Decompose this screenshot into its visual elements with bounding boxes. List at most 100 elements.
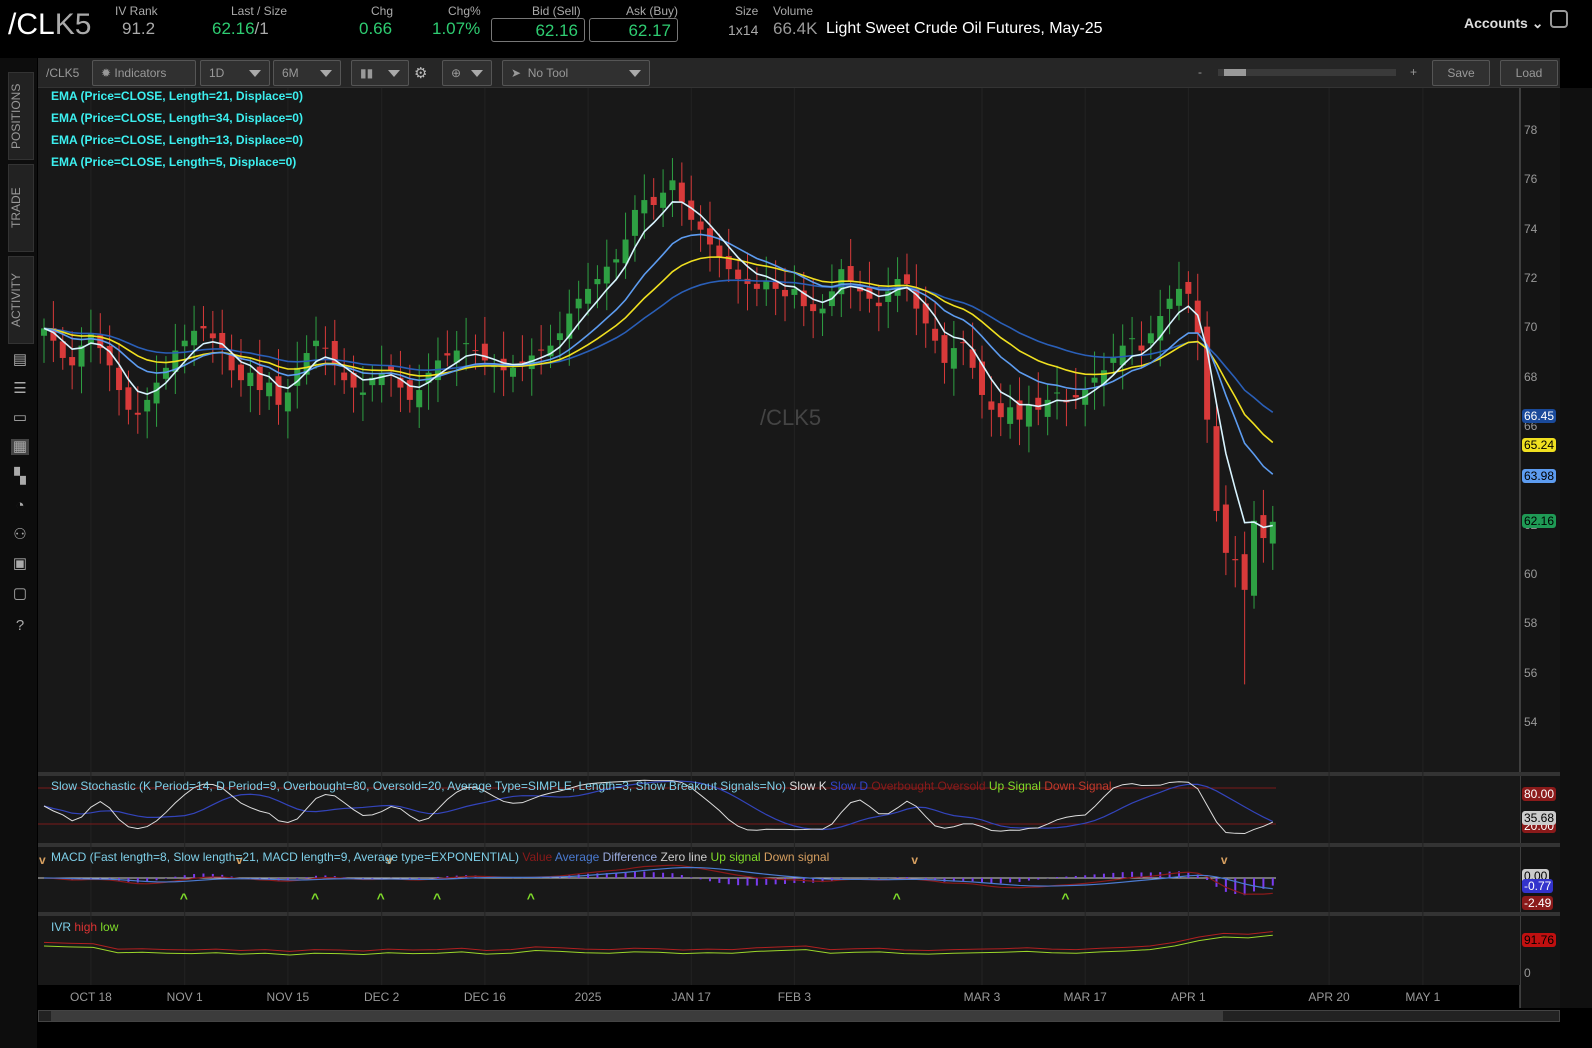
list-icon[interactable]: ☰ — [11, 381, 29, 397]
contract-description: Light Sweet Crude Oil Futures, May-25 — [826, 20, 1103, 37]
fi-icon[interactable]: ▢ — [11, 586, 29, 602]
candle-body — [1129, 338, 1136, 340]
time-axis-label: FEB 3 — [777, 990, 812, 1004]
drawing-icon: ⊕ — [451, 66, 462, 80]
down-signal-arrow: v — [911, 853, 918, 867]
candle-body — [444, 353, 451, 356]
candle-body — [1035, 397, 1042, 410]
detach-icon[interactable] — [1550, 10, 1568, 28]
gauge-icon[interactable]: ◔ — [11, 498, 29, 514]
chg-label: Chg — [371, 4, 394, 18]
tab-positions[interactable]: POSITIONS — [8, 72, 34, 160]
bid-button[interactable]: 62.16 — [491, 18, 585, 42]
candle-body — [69, 357, 76, 366]
time-axis-label: 2025 — [574, 990, 602, 1004]
indicators-button[interactable]: ✹ Indicators — [92, 60, 196, 86]
candle-body — [1007, 407, 1014, 424]
candle-body — [631, 209, 638, 236]
candle-body — [585, 288, 592, 304]
ivr-legend[interactable]: IVR high low — [51, 920, 118, 934]
study-ema21[interactable]: EMA (Price=CLOSE, Length=21, Displace=0) — [51, 89, 303, 103]
zoom-slider[interactable] — [1218, 69, 1396, 76]
chart-icon[interactable]: ▦ — [11, 439, 29, 455]
grid-icon[interactable]: ▚ — [11, 469, 29, 485]
candle-body — [1175, 288, 1182, 306]
last-label: Last / Size — [231, 4, 288, 18]
last-price-tag: 62.16 — [1522, 514, 1557, 528]
study-ema34[interactable]: EMA (Price=CLOSE, Length=34, Displace=0) — [51, 111, 303, 125]
save-button[interactable]: Save — [1432, 60, 1490, 86]
range-select[interactable]: 6M — [273, 60, 341, 86]
study-ema13[interactable]: EMA (Price=CLOSE, Length=13, Displace=0) — [51, 133, 303, 147]
candle-body — [416, 390, 423, 408]
candle-body — [594, 279, 601, 285]
tv-icon[interactable]: ▭ — [11, 410, 29, 426]
left-sidebar: POSITIONS TRADE ACTIVITY ▤ ☰ ▭ ▦ ▚ ◔ ⚇ ▣… — [0, 58, 37, 1048]
calendar-icon[interactable]: ▣ — [11, 556, 29, 572]
price-axis-tick: 60 — [1524, 567, 1538, 582]
zoom-in-button[interactable]: + — [1410, 65, 1417, 79]
price-chart[interactable]: ^ ^ ^ ^ ^ ^ ^v v v v v — [38, 88, 1592, 1024]
candle-body — [753, 283, 760, 289]
legend-up-signal: Up signal — [710, 850, 761, 864]
candle-body — [1138, 345, 1145, 351]
candle-body — [510, 367, 516, 377]
symbol-title[interactable]: /CLK5 — [8, 8, 91, 42]
overbought-tag: 80.00 — [1522, 787, 1557, 801]
iv-rank-label: IV Rank — [115, 4, 158, 18]
chart-symbol: /CLK5 — [46, 66, 80, 80]
accounts-menu[interactable]: Accounts ⌄ — [1464, 15, 1543, 32]
chart-style-select[interactable]: ▮▮ — [351, 60, 409, 86]
tab-trade[interactable]: TRADE — [8, 164, 34, 252]
interval-select[interactable]: 1D — [200, 60, 270, 86]
candle-body — [237, 364, 244, 381]
zoom-out-button[interactable]: - — [1198, 65, 1202, 79]
price-axis-tick: 54 — [1524, 715, 1538, 730]
candle-body — [162, 367, 169, 379]
candle-body — [1185, 281, 1192, 294]
legend-average: Average — [554, 850, 600, 864]
horizontal-scrollbar[interactable] — [38, 1010, 1560, 1022]
tab-activity[interactable]: ACTIVITY — [8, 256, 34, 344]
stoch-legend[interactable]: Slow Stochastic (K Period=14, D Period=9… — [51, 779, 1112, 793]
people-icon[interactable]: ⚇ — [11, 527, 29, 543]
study-ema5[interactable]: EMA (Price=CLOSE, Length=5, Displace=0) — [51, 155, 296, 169]
ivr-zero-tick: 0 — [1524, 966, 1531, 980]
settings-gear-icon[interactable]: ⚙ — [414, 64, 427, 82]
candle-body — [134, 412, 141, 415]
pane-divider — [38, 912, 1560, 916]
tool-select[interactable]: ➤ No Tool — [502, 60, 650, 86]
dashboard-icon[interactable]: ▤ — [11, 352, 29, 368]
candle-body — [716, 245, 723, 257]
candle-body — [116, 367, 123, 391]
candle-body — [125, 387, 132, 410]
last-size: /1 — [254, 19, 269, 38]
load-button[interactable]: Load — [1500, 60, 1558, 86]
candle-body — [932, 328, 939, 341]
macd-legend[interactable]: MACD (Fast length=8, Slow length=21, MAC… — [51, 850, 829, 864]
time-axis-label: APR 1 — [1171, 990, 1206, 1004]
price-axis-tick: 58 — [1524, 616, 1538, 631]
candle-body — [1222, 504, 1229, 553]
candle-body — [1251, 520, 1258, 596]
legend-slow-d: Slow D — [830, 779, 869, 793]
drawing-sets-select[interactable]: ⊕ — [442, 60, 492, 86]
up-signal-arrow: ^ — [1061, 890, 1069, 906]
candle-body — [406, 380, 413, 400]
candle-body — [1241, 554, 1248, 590]
candle-body — [378, 372, 385, 386]
candle-body — [256, 366, 263, 391]
iv-rank-value: 91.2 — [122, 19, 156, 38]
candle-body — [266, 382, 273, 397]
help-icon[interactable]: ? — [11, 618, 29, 634]
candle-body — [481, 343, 488, 361]
interval-value: 1D — [209, 66, 225, 80]
price-axis-tick: 68 — [1524, 369, 1538, 384]
candle-body — [697, 221, 704, 230]
ask-button[interactable]: 62.17 — [589, 18, 678, 42]
candle-body — [1232, 559, 1239, 561]
legend-value: Value — [522, 850, 553, 864]
symbol-root: /CL — [8, 8, 55, 41]
chgp-value: 1.07% — [432, 19, 481, 38]
vertical-scrollbar[interactable] — [1560, 88, 1592, 1008]
